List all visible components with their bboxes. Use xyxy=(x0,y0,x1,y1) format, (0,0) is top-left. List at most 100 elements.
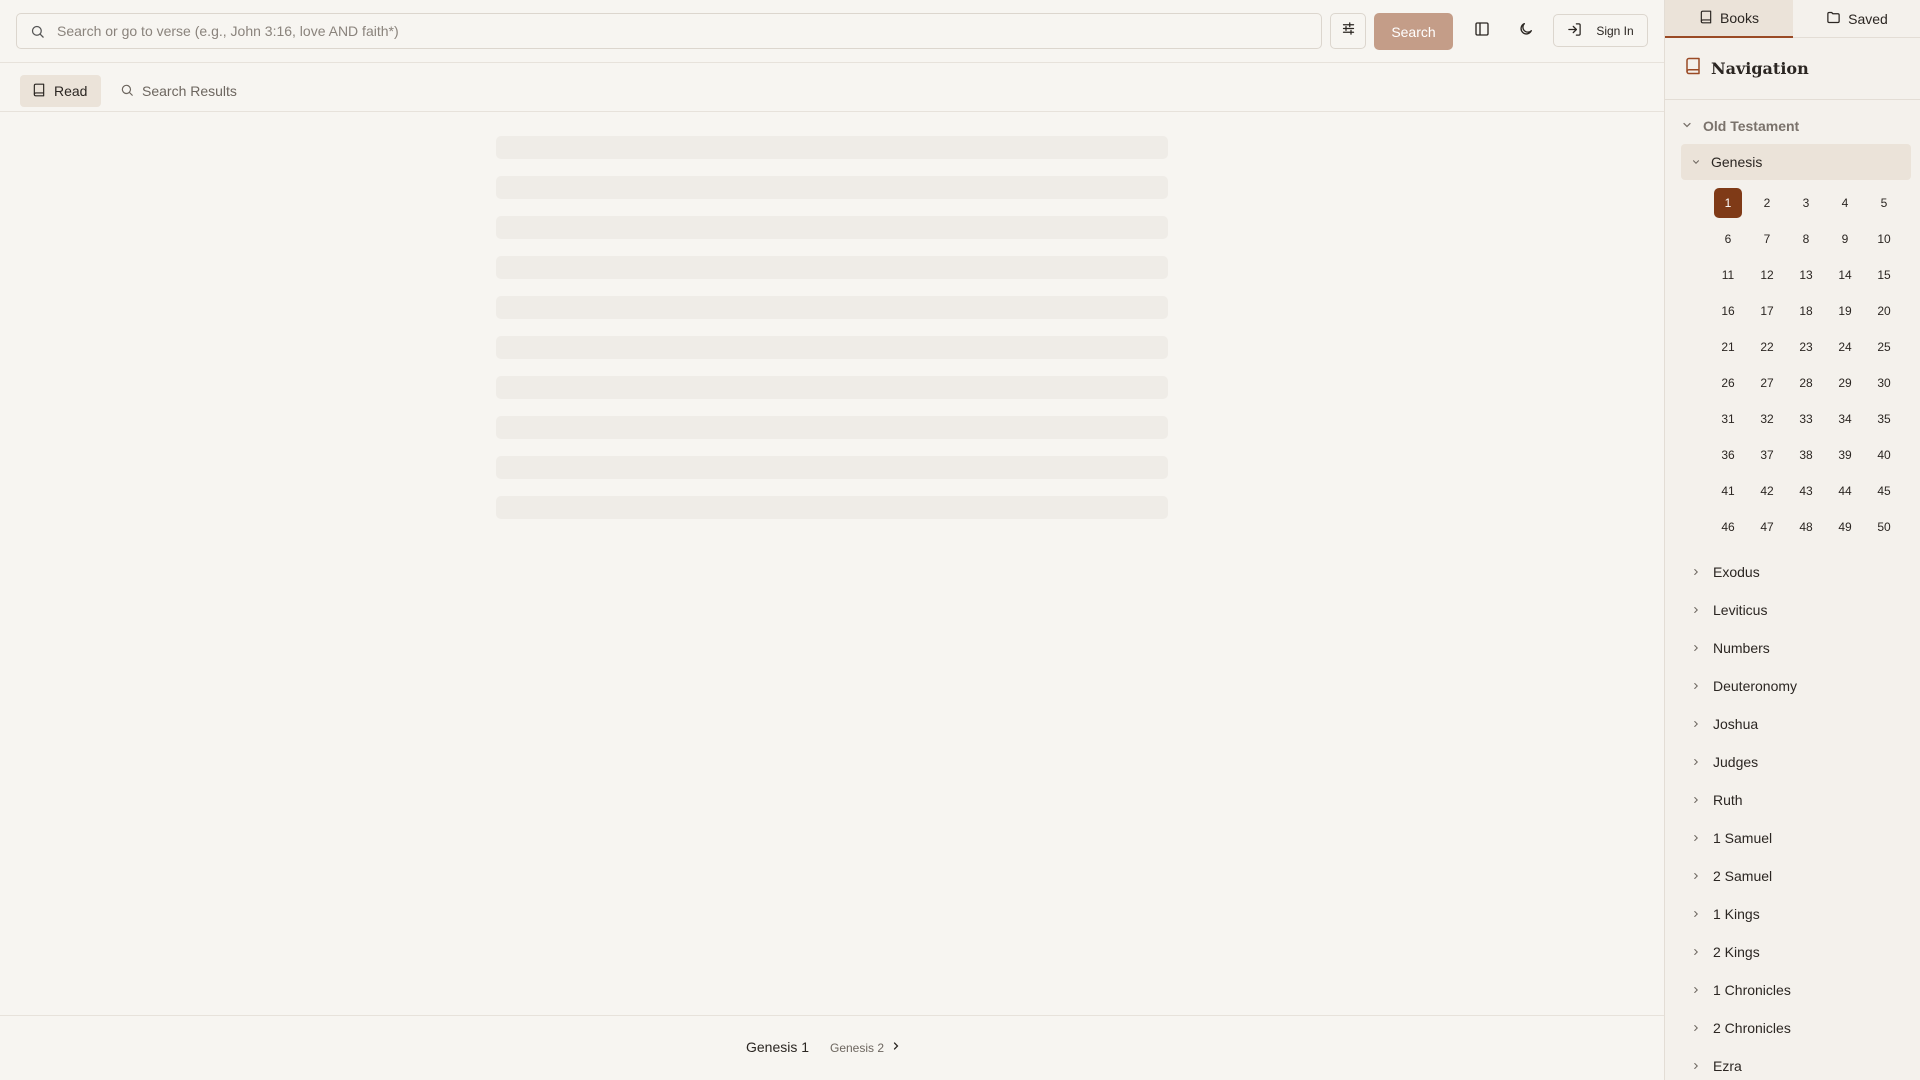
chapter-button[interactable]: 24 xyxy=(1831,332,1859,362)
folder-icon xyxy=(1826,10,1841,28)
chapter-button[interactable]: 40 xyxy=(1870,440,1898,470)
skeleton-line xyxy=(496,336,1168,359)
chapter-button[interactable]: 7 xyxy=(1753,224,1781,254)
chevron-right-icon xyxy=(1691,868,1701,884)
book-label: Exodus xyxy=(1713,564,1760,580)
tab-search-results[interactable]: Search Results xyxy=(110,75,237,107)
chapter-button[interactable]: 17 xyxy=(1753,296,1781,326)
chapter-button[interactable]: 43 xyxy=(1792,476,1820,506)
book-item[interactable]: 2 Chronicles xyxy=(1681,1009,1911,1047)
chapter-button[interactable]: 14 xyxy=(1831,260,1859,290)
chapter-button[interactable]: 15 xyxy=(1870,260,1898,290)
chapter-button[interactable]: 33 xyxy=(1792,404,1820,434)
chapter-button[interactable]: 38 xyxy=(1792,440,1820,470)
chapter-button[interactable]: 49 xyxy=(1831,512,1859,542)
chevron-right-icon xyxy=(1691,716,1701,732)
chapter-button[interactable]: 8 xyxy=(1792,224,1820,254)
book-item[interactable]: 1 Kings xyxy=(1681,895,1911,933)
chapter-button[interactable]: 1 xyxy=(1714,188,1742,218)
book-label: 1 Samuel xyxy=(1713,830,1773,846)
book-item-genesis[interactable]: Genesis xyxy=(1681,144,1911,180)
skeleton-line xyxy=(496,416,1168,439)
dark-mode-button[interactable] xyxy=(1508,13,1544,49)
chapter-button[interactable]: 45 xyxy=(1870,476,1898,506)
search-box[interactable] xyxy=(16,13,1322,49)
toggle-sidebar-button[interactable] xyxy=(1464,13,1500,49)
book-item[interactable]: Deuteronomy xyxy=(1681,667,1911,705)
chapter-button[interactable]: 10 xyxy=(1870,224,1898,254)
book-item[interactable]: 2 Kings xyxy=(1681,933,1911,971)
chapter-button[interactable]: 48 xyxy=(1792,512,1820,542)
book-item[interactable]: 1 Samuel xyxy=(1681,819,1911,857)
chapter-button[interactable]: 23 xyxy=(1792,332,1820,362)
chapter-button[interactable]: 6 xyxy=(1714,224,1742,254)
chapter-button[interactable]: 19 xyxy=(1831,296,1859,326)
chapter-button[interactable]: 2 xyxy=(1753,188,1781,218)
book-item[interactable]: 1 Chronicles xyxy=(1681,971,1911,1009)
chapter-button[interactable]: 50 xyxy=(1870,512,1898,542)
chapter-button[interactable]: 22 xyxy=(1753,332,1781,362)
next-chapter-link[interactable]: Genesis 2 xyxy=(830,1040,902,1055)
testament-toggle[interactable]: Old Testament xyxy=(1681,114,1799,138)
search-button[interactable]: Search xyxy=(1374,13,1453,50)
chapter-button[interactable]: 12 xyxy=(1753,260,1781,290)
book-item[interactable]: Judges xyxy=(1681,743,1911,781)
chapter-button[interactable]: 20 xyxy=(1870,296,1898,326)
chapter-button[interactable]: 4 xyxy=(1831,188,1859,218)
filter-button[interactable] xyxy=(1330,13,1366,49)
chapter-button[interactable]: 9 xyxy=(1831,224,1859,254)
chapter-button[interactable]: 5 xyxy=(1870,188,1898,218)
chapter-button[interactable]: 3 xyxy=(1792,188,1820,218)
current-chapter: Genesis 1 xyxy=(746,1039,810,1055)
book-item[interactable]: Ruth xyxy=(1681,781,1911,819)
testament-label: Old Testament xyxy=(1703,118,1800,134)
chapter-button[interactable]: 13 xyxy=(1792,260,1820,290)
chapter-button[interactable]: 21 xyxy=(1714,332,1742,362)
book-label: Leviticus xyxy=(1713,602,1768,618)
chapter-button[interactable]: 16 xyxy=(1714,296,1742,326)
chapter-button[interactable]: 44 xyxy=(1831,476,1859,506)
skeleton-line xyxy=(496,376,1168,399)
tab-search-results-label: Search Results xyxy=(142,83,237,99)
chapter-button[interactable]: 11 xyxy=(1714,260,1742,290)
chapter-button[interactable]: 28 xyxy=(1792,368,1820,398)
chapter-button[interactable]: 47 xyxy=(1753,512,1781,542)
book-item[interactable]: Leviticus xyxy=(1681,591,1911,629)
chapter-button[interactable]: 41 xyxy=(1714,476,1742,506)
skeleton-line xyxy=(496,216,1168,239)
tab-saved[interactable]: Saved xyxy=(1793,0,1920,38)
chapter-button[interactable]: 18 xyxy=(1792,296,1820,326)
chapter-button[interactable]: 30 xyxy=(1870,368,1898,398)
tab-books[interactable]: Books xyxy=(1665,0,1793,38)
chapter-button[interactable]: 46 xyxy=(1714,512,1742,542)
search-input[interactable] xyxy=(57,14,1321,48)
chapter-button[interactable]: 35 xyxy=(1870,404,1898,434)
chapter-button[interactable]: 32 xyxy=(1753,404,1781,434)
chapter-button[interactable]: 26 xyxy=(1714,368,1742,398)
chevron-down-icon xyxy=(1691,154,1701,170)
chapter-button[interactable]: 27 xyxy=(1753,368,1781,398)
chapter-button[interactable]: 42 xyxy=(1753,476,1781,506)
chevron-right-icon xyxy=(1691,640,1701,656)
tab-read[interactable]: Read xyxy=(20,75,101,107)
sidebar-tabs: Books Saved xyxy=(1665,0,1920,38)
book-label: Ezra xyxy=(1713,1058,1742,1074)
chapter-grid: 1 2 3 4 5 6 7 8 9 10 11 12 13 14 15 16 17 18 19 20 21 22 23 24 2… xyxy=(1712,188,1906,548)
chapter-button[interactable]: 29 xyxy=(1831,368,1859,398)
book-item[interactable]: Joshua xyxy=(1681,705,1911,743)
book-item[interactable]: Numbers xyxy=(1681,629,1911,667)
book-item[interactable]: Exodus xyxy=(1681,553,1911,591)
chapter-button[interactable]: 37 xyxy=(1753,440,1781,470)
chapter-button[interactable]: 31 xyxy=(1714,404,1742,434)
book-item[interactable]: 2 Samuel xyxy=(1681,857,1911,895)
sign-in-label: Sign In xyxy=(1596,23,1634,38)
skeleton-line xyxy=(496,496,1168,519)
chapter-button[interactable]: 39 xyxy=(1831,440,1859,470)
chevron-down-icon xyxy=(1681,118,1693,134)
chapter-button[interactable]: 34 xyxy=(1831,404,1859,434)
chevron-right-icon xyxy=(1691,1020,1701,1036)
chapter-button[interactable]: 25 xyxy=(1870,332,1898,362)
sign-in-button[interactable]: Sign In xyxy=(1553,14,1648,47)
chapter-button[interactable]: 36 xyxy=(1714,440,1742,470)
book-item[interactable]: Ezra xyxy=(1681,1047,1911,1080)
